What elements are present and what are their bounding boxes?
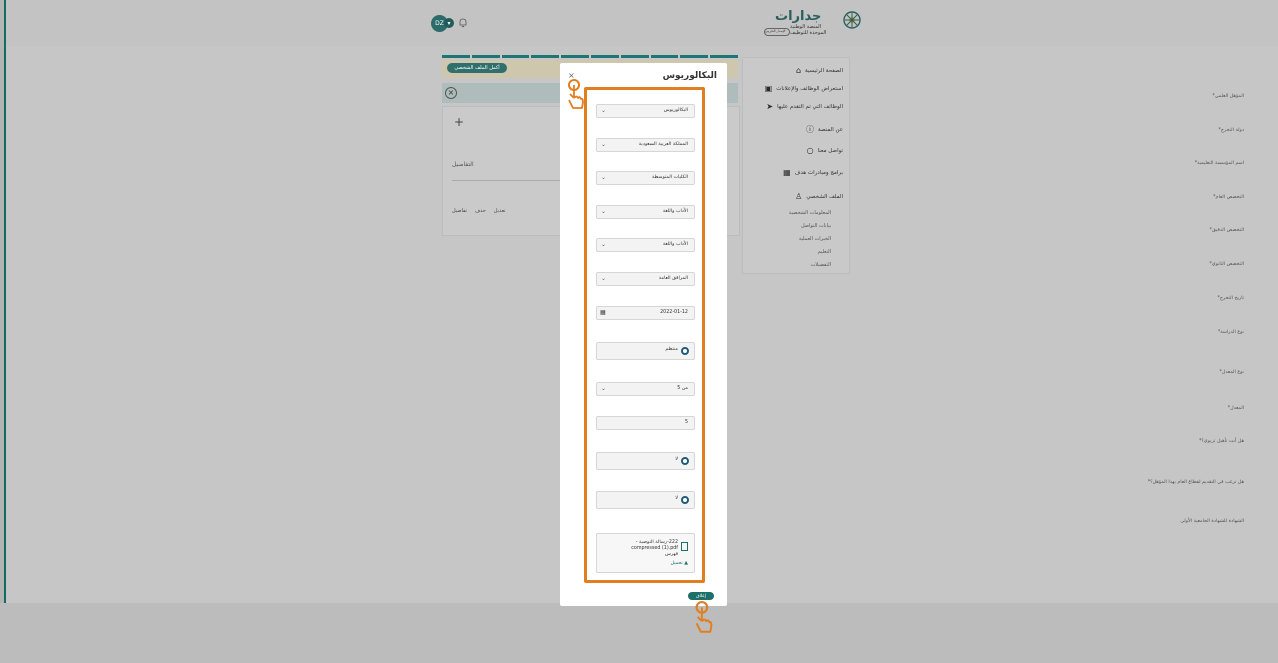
- hand-pointer-icon: [695, 601, 713, 633]
- details-label: التفاصيل: [452, 161, 474, 168]
- sidebar-sub-contact[interactable]: بيانات التواصل: [801, 223, 831, 229]
- field-label: المعدل*: [1227, 406, 1244, 411]
- row-actions: تفاصيل حذف تعديل: [452, 208, 506, 214]
- sidebar-sub-personal[interactable]: المعلومات الشخصية: [789, 210, 831, 216]
- action-link[interactable]: حذف: [475, 208, 486, 214]
- bottom-strip: [0, 603, 1278, 663]
- sidebar-item-about[interactable]: عن المنصة ⓘ: [806, 124, 843, 135]
- sidebar-item-applied[interactable]: الوظائف التي تم التقدم عليها ➤: [766, 102, 843, 111]
- user-icon: ♙: [795, 192, 803, 201]
- field-label: نوع الدراسة*: [1217, 330, 1244, 335]
- bell-icon[interactable]: [458, 17, 468, 28]
- close-button-label: إغلاق: [696, 593, 706, 599]
- field-label: التخصص العام*: [1213, 195, 1244, 200]
- sidebar-item-label: استعراض الوظائف والإعلانات: [776, 85, 843, 92]
- sidebar-item-profile[interactable]: الملف الشخصي ♙: [795, 192, 843, 201]
- sidebar-item-label: الصفحة الرئيسية: [805, 67, 843, 74]
- complete-profile-label: أكمل الملف الشخصي: [454, 65, 500, 71]
- field-label: نوع المعدل*: [1219, 370, 1244, 375]
- sidebar-sub-experience[interactable]: الخبرات العملية: [799, 236, 831, 242]
- add-icon[interactable]: +: [454, 115, 464, 129]
- field-label: التخصص الدقيق*: [1209, 228, 1244, 233]
- top-header: [6, 0, 1278, 46]
- chat-icon: ○: [806, 146, 814, 155]
- sidebar-item-programs[interactable]: برامج ومبادرات هدف ▦: [783, 168, 843, 177]
- field-label: هل أنت تأهيل تربوي؟*: [1198, 439, 1244, 444]
- action-link[interactable]: تعديل: [494, 208, 506, 214]
- sidebar-item-jobs[interactable]: استعراض الوظائف والإعلانات ▣: [765, 84, 843, 93]
- chevron-down-icon[interactable]: ▾: [444, 18, 454, 28]
- field-label: اسم المؤسسة التعليمية*: [1194, 161, 1244, 166]
- left-edge-line: [4, 0, 6, 603]
- highlight-frame: [584, 87, 705, 583]
- action-link[interactable]: تفاصيل: [452, 208, 467, 214]
- sidebar-item-home[interactable]: الصفحة الرئيسية ⌂: [796, 66, 843, 75]
- sidebar-sub-preferences[interactable]: التفضيلات: [811, 262, 832, 268]
- divider: [452, 180, 562, 181]
- profile-progress-bar: [442, 55, 738, 58]
- sidebar-item-label: الوظائف التي تم التقدم عليها: [777, 103, 843, 110]
- sidebar-item-label: تواصل معنا: [817, 147, 843, 154]
- modal-title: البكالوريوس: [662, 71, 717, 81]
- logo-subtitle-2: الموحدة للتوظيف: [790, 30, 827, 36]
- send-icon: ➤: [766, 102, 774, 111]
- sidebar-item-label: عن المنصة: [818, 126, 843, 133]
- grid-icon: ▦: [783, 168, 791, 177]
- logo-title: جدارات: [775, 9, 822, 24]
- logo-emblem-icon: [843, 11, 861, 29]
- info-icon: ⓘ: [806, 125, 815, 134]
- field-label: هل ترغب في التقديم لقطاع العام بهذا المؤ…: [1147, 480, 1244, 485]
- sidebar-item-label: برامج ومبادرات هدف: [794, 169, 843, 176]
- briefcase-icon: ▣: [764, 84, 773, 93]
- close-circle-icon[interactable]: ×: [445, 87, 457, 99]
- field-label: التخصص الثانوي*: [1209, 262, 1244, 267]
- field-label: تاريخ التخرج*: [1217, 296, 1244, 301]
- sidebar-item-contact[interactable]: تواصل معنا ○: [807, 146, 843, 155]
- beta-badge: الإصدار التجريبي: [764, 28, 790, 36]
- complete-profile-button[interactable]: أكمل الملف الشخصي: [447, 63, 507, 73]
- beta-badge-text: الإصدار التجريبي: [765, 29, 786, 33]
- field-label: دولة التخرج*: [1218, 128, 1245, 133]
- field-label: المؤهل العلمي*: [1212, 94, 1244, 99]
- attachment-label: الشهادة للشهادة الجامعية الأولى: [1180, 519, 1244, 524]
- sidebar: الصفحة الرئيسية ⌂ استعراض الوظائف والإعلا…: [742, 57, 850, 274]
- avatar-initials: DZ: [435, 20, 444, 27]
- sidebar-sub-education[interactable]: التعليم: [818, 249, 831, 255]
- home-icon: ⌂: [795, 66, 802, 75]
- close-button[interactable]: إغلاق: [688, 592, 714, 600]
- hand-pointer-icon: [568, 79, 584, 109]
- sidebar-item-label: الملف الشخصي: [806, 193, 843, 200]
